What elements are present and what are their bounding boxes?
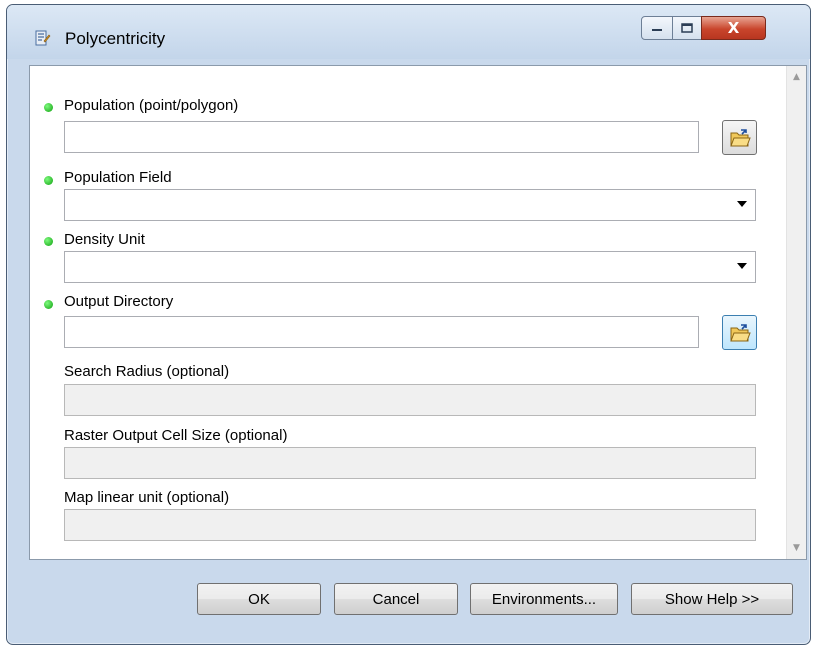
parameters-panel: Population (point/polygon) Population Fi…	[29, 65, 807, 560]
population-browse-button[interactable]	[722, 120, 757, 155]
population-input[interactable]	[64, 121, 699, 153]
ok-button[interactable]: OK	[197, 583, 321, 615]
minimize-button[interactable]	[641, 16, 673, 40]
scroll-up-icon[interactable]: ▲	[787, 68, 806, 86]
density-unit-label: Density Unit	[64, 231, 145, 248]
scroll-down-icon[interactable]: ▼	[787, 539, 806, 557]
cancel-button[interactable]: Cancel	[334, 583, 458, 615]
search-radius-label: Search Radius (optional)	[64, 363, 230, 380]
search-radius-input[interactable]	[64, 384, 756, 416]
raster-cell-size-input[interactable]	[64, 447, 756, 479]
map-linear-unit-label: Map linear unit (optional)	[64, 489, 230, 506]
density-unit-dropdown[interactable]	[64, 251, 756, 283]
dialog-window: Polycentricity X Population (point/polyg…	[6, 4, 811, 645]
required-indicator-icon	[44, 237, 53, 246]
population-label: Population (point/polygon)	[64, 97, 239, 114]
minimize-icon	[652, 29, 662, 31]
folder-open-icon	[729, 323, 751, 341]
required-indicator-icon	[44, 300, 53, 309]
chevron-down-icon	[737, 263, 747, 269]
window-title: Polycentricity	[65, 29, 166, 48]
maximize-button[interactable]	[672, 16, 702, 40]
chevron-down-icon	[737, 201, 747, 207]
script-tool-icon	[33, 29, 51, 49]
population-field-dropdown[interactable]	[64, 189, 756, 221]
vertical-scrollbar[interactable]: ▲ ▼	[786, 66, 806, 559]
required-indicator-icon	[44, 103, 53, 112]
required-indicator-icon	[44, 176, 53, 185]
close-icon: X	[727, 19, 740, 37]
raster-cell-size-label: Raster Output Cell Size (optional)	[64, 427, 288, 444]
close-button[interactable]: X	[701, 16, 766, 40]
output-directory-browse-button[interactable]	[722, 315, 757, 350]
population-field-label: Population Field	[64, 169, 172, 186]
folder-open-icon	[729, 128, 751, 146]
output-directory-label: Output Directory	[64, 293, 174, 310]
output-directory-input[interactable]	[64, 316, 699, 348]
map-linear-unit-input[interactable]	[64, 509, 756, 541]
environments-button[interactable]: Environments...	[470, 583, 618, 615]
title-bar[interactable]: Polycentricity X	[7, 5, 810, 59]
maximize-icon	[681, 23, 693, 33]
show-help-button[interactable]: Show Help >>	[631, 583, 793, 615]
